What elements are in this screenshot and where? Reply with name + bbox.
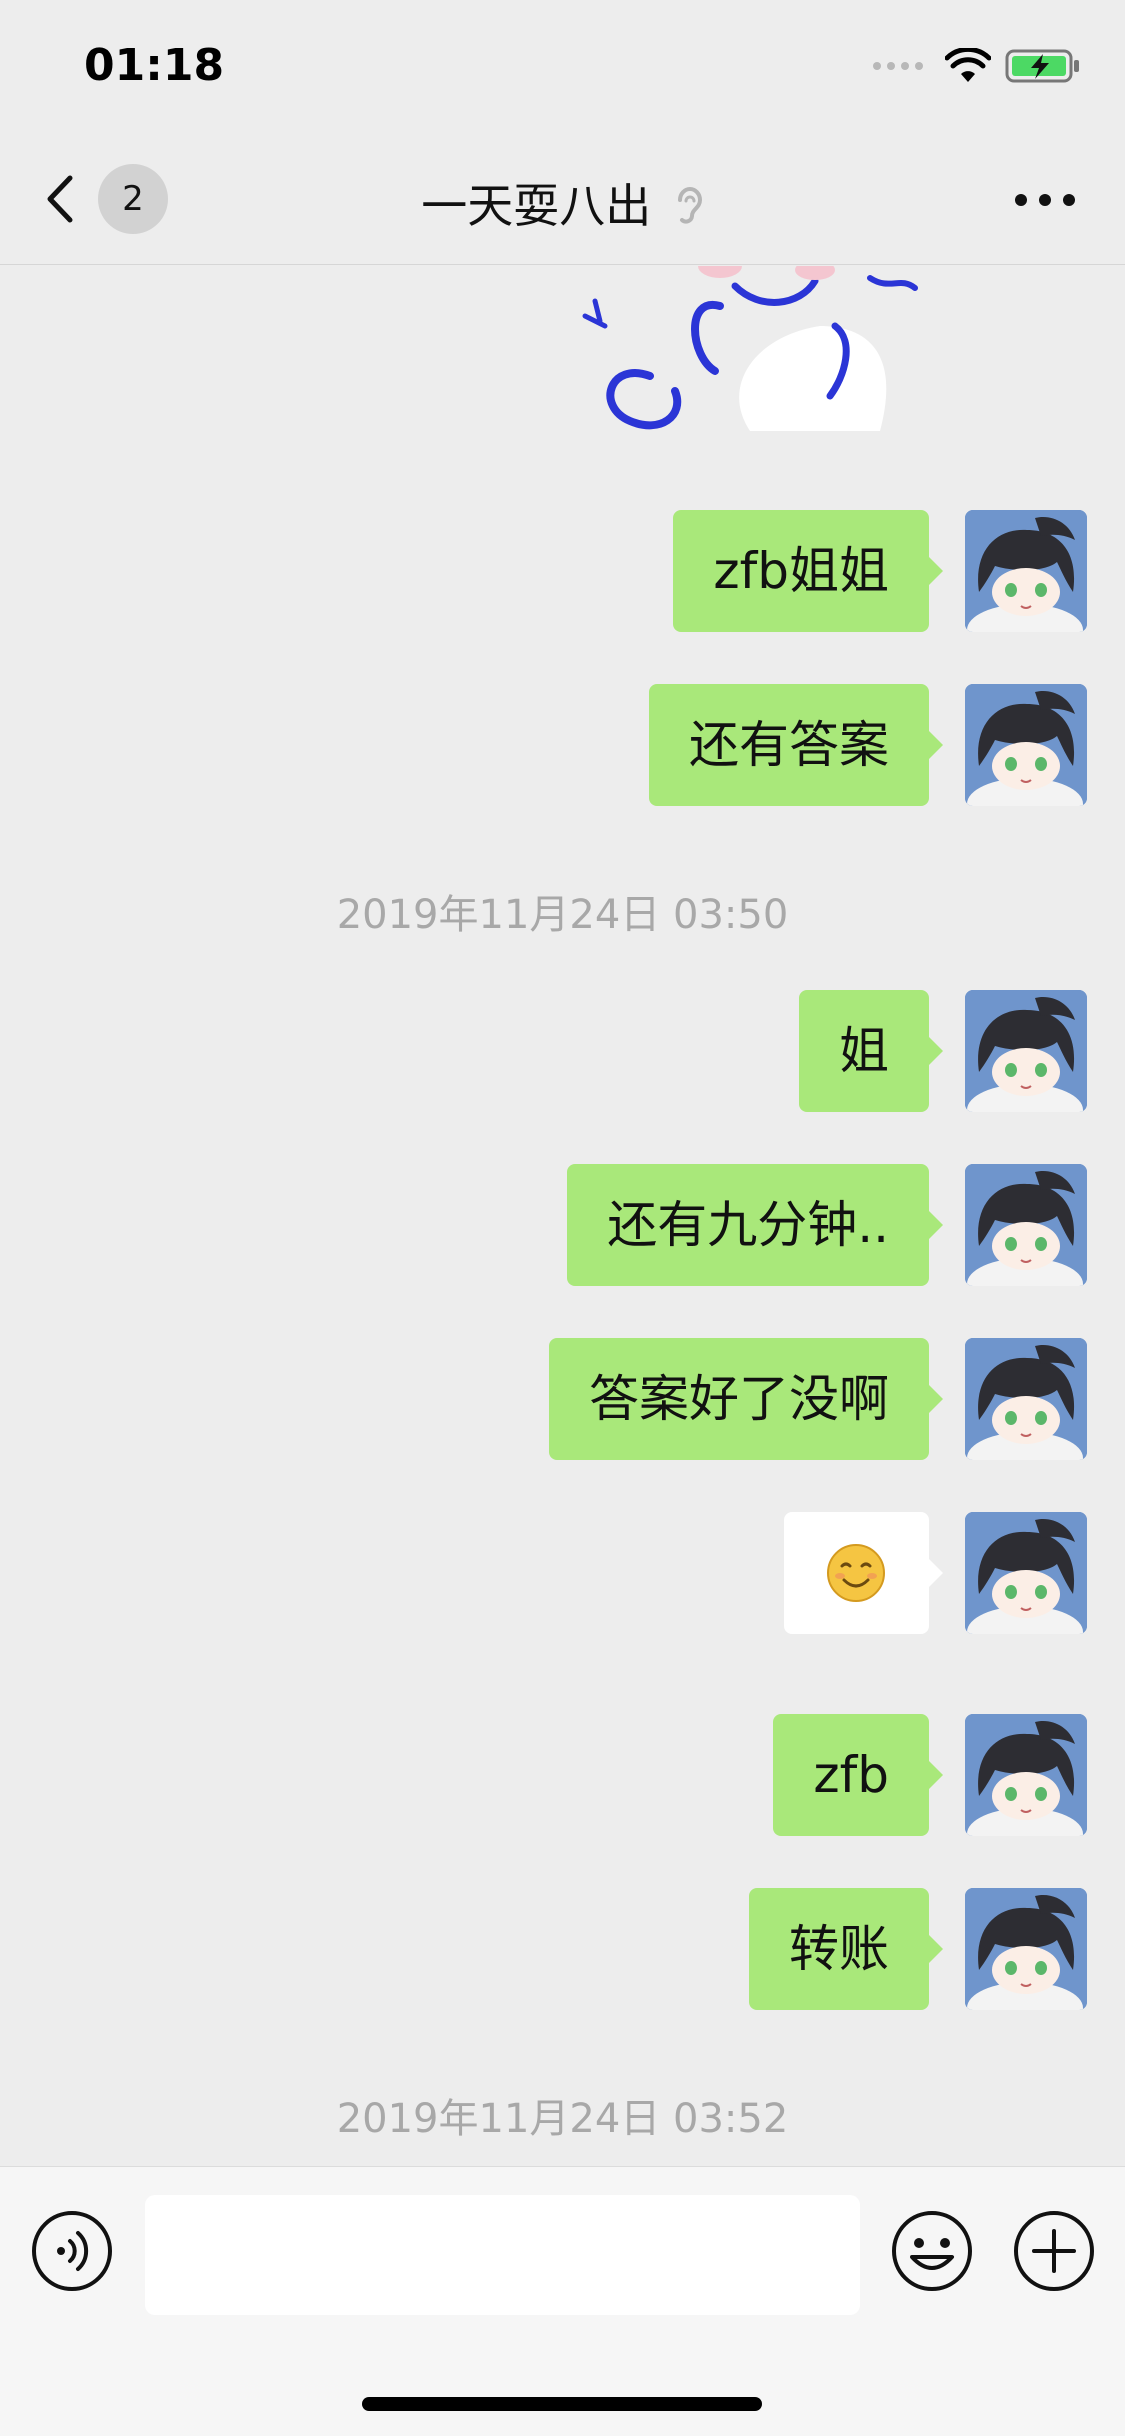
message-row: 答案好了没啊 [549,1338,1087,1460]
more-dots-icon [1015,194,1075,206]
more-functions-button[interactable] [1012,2209,1096,2293]
message-bubble[interactable]: zfb [773,1714,943,1836]
emoji-message-bubble[interactable] [784,1512,943,1634]
avatar[interactable] [965,1338,1087,1460]
status-bar: 01:18 [0,0,1125,130]
message-bubble[interactable]: 姐 [799,990,943,1112]
message-bubble[interactable]: 还有九分钟.. [567,1164,943,1286]
message-input-bar [0,2166,1125,2436]
message-row: 还有答案 [649,684,1087,806]
battery-charging-icon [1005,49,1079,83]
avatar[interactable] [965,1714,1087,1836]
plus-icon [1014,2211,1094,2291]
chat-title: 一天耍八出 [421,179,652,233]
message-row: zfb [773,1714,1087,1836]
message-bubble[interactable]: zfb姐姐 [673,510,943,632]
smile-emoji-icon [827,1544,885,1602]
cellular-signal-icon [873,62,923,70]
message-row: 还有九分钟.. [567,1164,1087,1286]
avatar[interactable] [965,1512,1087,1634]
wifi-icon [945,48,991,82]
home-indicator [362,2397,762,2411]
ear-icon [677,187,702,224]
sticker-image[interactable] [570,266,930,431]
timestamp: 2019年11月24日 03:52 [336,2096,789,2142]
status-icons [873,48,1081,84]
message-text-input[interactable] [145,2195,860,2315]
message-bubble[interactable]: 转账 [749,1888,943,2010]
message-row: 转账 [749,1888,1087,2010]
avatar[interactable] [965,684,1087,806]
voice-input-button[interactable] [30,2209,114,2293]
avatar[interactable] [965,990,1087,1112]
chat-message-list[interactable]: zfb姐姐 还有答案 2019年11月24日 03:50 姐 还有九分钟.. 答… [0,266,1125,2166]
message-bubble[interactable]: 还有答案 [649,684,943,806]
avatar[interactable] [965,1164,1087,1286]
more-options-button[interactable] [1005,170,1085,230]
message-bubble[interactable]: 答案好了没啊 [549,1338,943,1460]
emoji-button[interactable] [890,2209,974,2293]
message-row [784,1512,1087,1634]
avatar[interactable] [965,510,1087,632]
timestamp: 2019年11月24日 03:50 [336,892,789,938]
status-time: 01:18 [84,40,225,91]
emoji-face-icon [892,2211,972,2291]
voice-icon [32,2211,112,2291]
message-row: zfb姐姐 [673,510,1087,632]
chat-nav-bar: 2 一天耍八出 [0,130,1125,265]
chat-title-wrap: 一天耍八出 [0,170,1125,236]
avatar[interactable] [965,1888,1087,2010]
message-row: 姐 [799,990,1087,1112]
